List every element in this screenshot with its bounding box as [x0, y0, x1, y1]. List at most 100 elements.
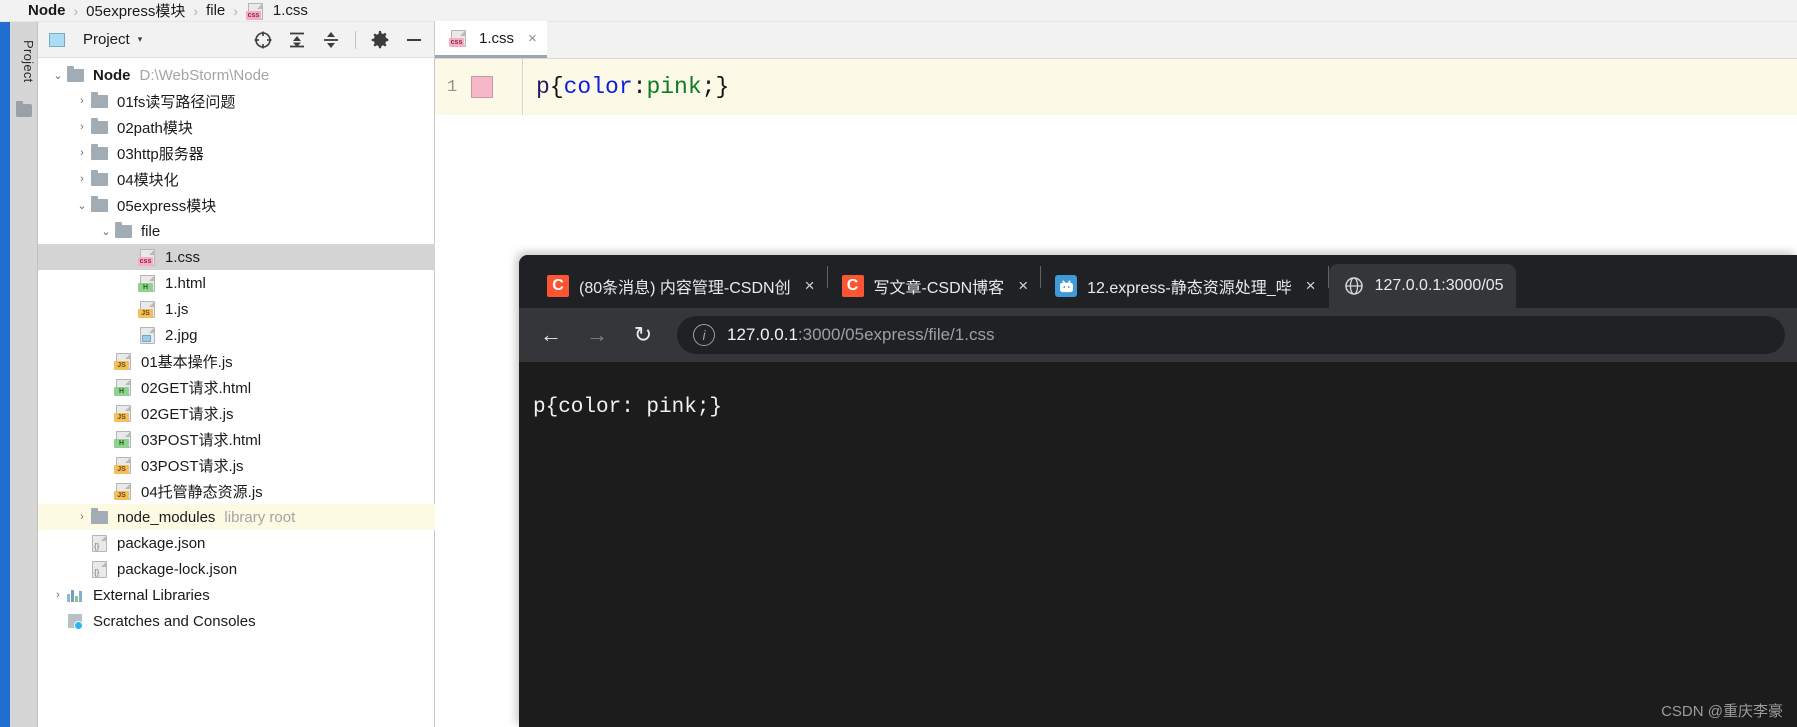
code-line-1[interactable]: p{color: pink;} — [524, 59, 1797, 115]
tree-row[interactable]: ›JS04托管静态资源.js — [38, 478, 435, 504]
tree-row[interactable]: ⌄ 05express模块 — [38, 192, 435, 218]
folder-icon — [90, 144, 110, 162]
tree-row[interactable]: › node_modules library root — [38, 504, 435, 530]
browser-toolbar: ← → ↻ i 127.0.0.1:3000/05express/file/1.… — [519, 308, 1797, 362]
browser-tab[interactable]: C 写文章-CSDN博客 × — [828, 264, 1041, 308]
tree-row-label: 2.jpg — [165, 326, 198, 344]
chevron-down-icon[interactable]: ▾ — [138, 34, 143, 45]
browser-tab[interactable]: 127.0.0.1:3000/05 — [1328, 264, 1516, 308]
tree-row[interactable]: ›2.jpg — [38, 322, 435, 348]
js-file-icon: JS — [114, 456, 134, 474]
watermark: CSDN @重庆李豪 — [1661, 703, 1783, 720]
close-icon[interactable]: × — [1306, 276, 1316, 296]
css-file-icon: css — [138, 248, 158, 266]
tree-row[interactable]: ›H03POST请求.html — [38, 426, 435, 452]
reload-button[interactable]: ↻ — [623, 315, 663, 355]
address-bar-text: 127.0.0.1:3000/05express/file/1.css — [727, 325, 994, 345]
project-panel: Project ▾ ⌄ Node D:\WebStorm\Node › 01fs… — [38, 22, 435, 727]
tree-row[interactable]: › External Libraries — [38, 582, 435, 608]
tree-row[interactable]: ›css1.css — [38, 244, 435, 270]
rail-item-project[interactable]: Project — [12, 40, 36, 83]
breadcrumb-label: file — [206, 2, 226, 19]
css-brace-close: } — [715, 74, 730, 100]
tree-row[interactable]: › 04模块化 — [38, 166, 435, 192]
css-file-icon: css — [449, 29, 469, 47]
css-property: color — [563, 74, 633, 100]
tree-row-label: 1.css — [165, 248, 201, 266]
close-icon[interactable]: × — [805, 276, 815, 296]
tree-row[interactable]: ›{}package.json — [38, 530, 435, 556]
tree-row[interactable]: ›JS02GET请求.js — [38, 400, 435, 426]
tree-row[interactable]: › 01fs读写路径问题 — [38, 88, 435, 114]
chevron-right-icon[interactable]: › — [74, 95, 90, 107]
css-brace-open: { — [549, 74, 564, 100]
css-value: pink — [646, 74, 702, 100]
browser-tab[interactable]: C (80条消息) 内容管理-CSDN创 × — [533, 264, 827, 308]
tree-row[interactable]: ›{}package-lock.json — [38, 556, 435, 582]
folder-icon — [90, 118, 110, 136]
project-panel-title: Project — [83, 31, 130, 48]
tree-row[interactable]: ›JS03POST请求.js — [38, 452, 435, 478]
tree-row[interactable]: › 03http服务器 — [38, 140, 435, 166]
html-file-icon: H — [114, 430, 134, 448]
expand-all-icon[interactable] — [287, 30, 307, 50]
gear-icon[interactable] — [370, 30, 390, 50]
address-bar[interactable]: i 127.0.0.1:3000/05express/file/1.css — [677, 316, 1785, 354]
chevron-right-icon[interactable]: › — [74, 147, 90, 159]
browser-tabstrip: C (80条消息) 内容管理-CSDN创 × C 写文章-CSDN博客 × 12.expre… — [519, 255, 1797, 308]
folder-icon — [90, 170, 110, 188]
tree-row[interactable]: › 02path模块 — [38, 114, 435, 140]
globe-icon — [1343, 275, 1365, 297]
tree-row[interactable]: ›JS1.js — [38, 296, 435, 322]
tree-row-label: 1.js — [165, 300, 189, 318]
browser-tab-title: 12.express-静态资源处理_哔 — [1087, 280, 1292, 297]
forward-button[interactable]: → — [577, 315, 617, 355]
tree-row-label: Scratches and Consoles — [93, 612, 256, 630]
breadcrumb-separator: › — [73, 2, 79, 19]
tree-row-label: 1.html — [165, 274, 206, 292]
chevron-right-icon[interactable]: › — [74, 121, 90, 133]
back-button[interactable]: ← — [531, 315, 571, 355]
chevron-right-icon[interactable]: › — [50, 589, 66, 601]
css-file-icon: css — [245, 2, 266, 20]
breadcrumb-item-05express[interactable]: 05express模块 — [86, 0, 185, 21]
css-selector: p — [536, 74, 550, 100]
minus-icon[interactable] — [404, 30, 424, 50]
tree-row[interactable]: ›H02GET请求.html — [38, 374, 435, 400]
crosshair-icon[interactable] — [253, 30, 273, 50]
breadcrumb-label: 05express模块 — [86, 3, 186, 20]
breadcrumb-item-file[interactable]: file — [206, 2, 225, 19]
color-swatch-gutter-icon[interactable] — [471, 76, 494, 98]
chevron-right-icon[interactable]: › — [74, 173, 90, 185]
tree-row-label: 02GET请求.html — [141, 379, 252, 397]
breadcrumb-item-node[interactable]: Node — [28, 2, 66, 19]
browser-tab[interactable]: 12.express-静态资源处理_哔 × — [1041, 264, 1327, 308]
tree-row[interactable]: ⌄ file — [38, 218, 435, 244]
breadcrumb-label: Node — [28, 2, 66, 19]
chevron-down-icon[interactable]: ⌄ — [98, 225, 114, 238]
tree-row-label: 03http服务器 — [117, 145, 204, 163]
close-icon[interactable]: × — [528, 30, 537, 47]
browser-tab-title: 127.0.0.1:3000/05 — [1374, 277, 1504, 294]
line-number: 1 — [447, 77, 458, 97]
chevron-down-icon[interactable]: ⌄ — [50, 69, 66, 82]
breadcrumb-item-1css[interactable]: css 1.css — [245, 2, 308, 20]
browser-window: C (80条消息) 内容管理-CSDN创 × C 写文章-CSDN博客 × 12.expre… — [519, 255, 1797, 727]
tree-row[interactable]: ›JS01基本操作.js — [38, 348, 435, 374]
tree-row[interactable]: ›H1.html — [38, 270, 435, 296]
collapse-all-icon[interactable] — [321, 30, 341, 50]
chevron-right-icon[interactable]: › — [74, 511, 90, 523]
site-info-icon[interactable]: i — [693, 324, 715, 346]
tree-row[interactable]: ›Scratches and Consoles — [38, 608, 435, 634]
tree-row-label: 03POST请求.js — [141, 457, 244, 475]
project-tree[interactable]: ⌄ Node D:\WebStorm\Node › 01fs读写路径问题 › 02path模… — [38, 58, 435, 727]
project-folder-icon — [16, 101, 32, 117]
browser-viewport: p{color: pink;} — [519, 362, 1797, 727]
browser-tab-title: 写文章-CSDN博客 — [873, 280, 1005, 297]
tree-row-label: node_modules — [117, 508, 216, 526]
editor-tab-1css[interactable]: css 1.css × — [435, 21, 547, 58]
tree-row-label: 02path模块 — [117, 119, 193, 137]
tree-row[interactable]: ⌄ Node D:\WebStorm\Node — [38, 62, 435, 88]
chevron-down-icon[interactable]: ⌄ — [74, 199, 90, 212]
close-icon[interactable]: × — [1018, 276, 1028, 296]
